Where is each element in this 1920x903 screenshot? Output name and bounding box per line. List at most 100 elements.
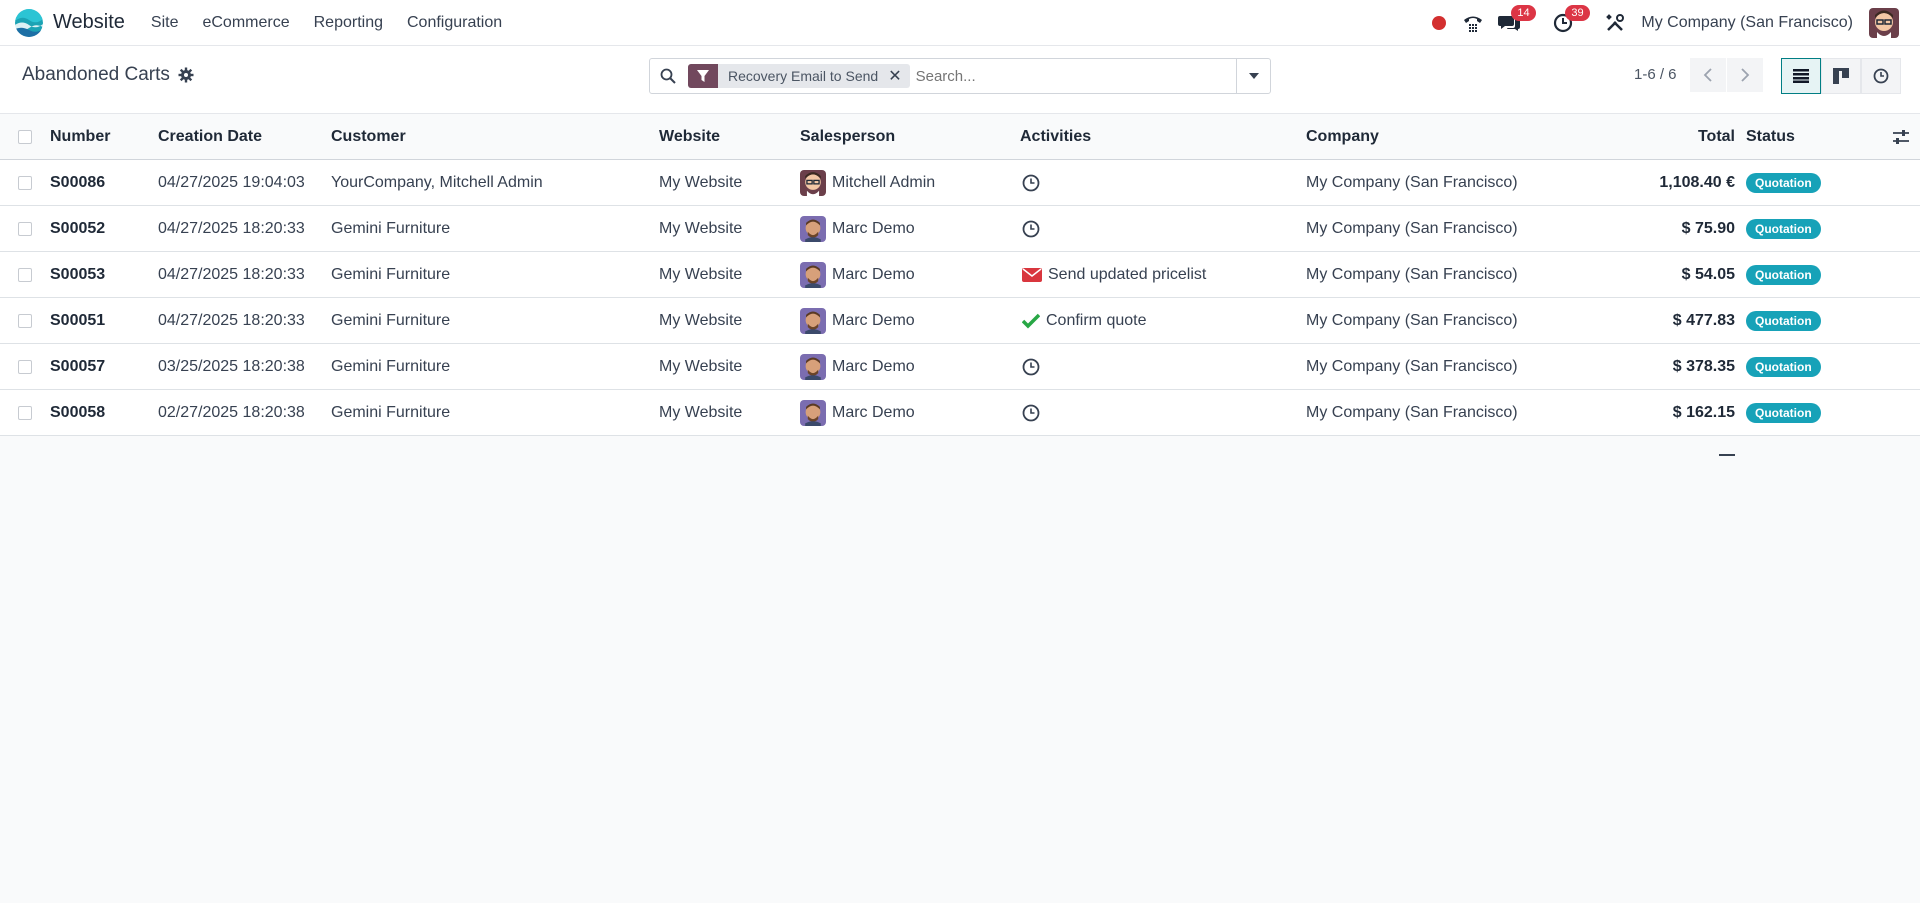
column-total[interactable]: Total [1660,114,1735,160]
search-input[interactable] [915,67,1216,85]
facet-label: Recovery Email to Send [728,68,879,84]
creation-date: 03/25/2025 18:20:38 [158,358,305,375]
user-avatar[interactable] [1869,8,1899,38]
salesperson-avatar[interactable] [800,400,826,426]
column-company[interactable]: Company [1306,114,1379,160]
row-checkbox[interactable] [18,252,32,298]
recording-indicator-icon[interactable] [1427,11,1451,35]
company-name: My Company (San Francisco) [1306,404,1518,421]
row-checkbox[interactable] [18,390,32,436]
column-activities[interactable]: Activities [1020,114,1091,160]
kanban-view-icon[interactable] [1821,58,1861,94]
status-badge: Quotation [1746,403,1821,423]
company-name: My Company (San Francisco) [1306,220,1518,237]
menu-item-configuration[interactable]: Configuration [395,14,514,32]
order-total: 1,108.40 € [1659,174,1735,191]
activity-summary[interactable]: Confirm quote [1046,312,1147,330]
check-icon[interactable] [1022,313,1040,329]
scroll-indicator [1719,454,1735,456]
order-number: S00057 [50,358,106,375]
row-checkbox[interactable] [18,206,32,252]
table-row[interactable]: S00051 04/27/2025 18:20:33 Gemini Furnitur… [0,298,1920,344]
activity-summary[interactable]: Send updated pricelist [1048,266,1206,284]
row-checkbox[interactable] [18,298,32,344]
activity-cell[interactable]: Send updated pricelist [1022,252,1206,298]
clock-icon[interactable] [1022,358,1040,376]
odoo-website-logo-icon [15,8,43,37]
column-number[interactable]: Number [50,114,110,160]
column-customer[interactable]: Customer [331,114,406,160]
column-salesperson[interactable]: Salesperson [800,114,895,160]
phone-icon[interactable] [1461,11,1485,35]
pager-next-icon[interactable] [1727,58,1763,92]
menu-item-site[interactable]: Site [139,14,191,32]
envelope-icon[interactable] [1022,267,1042,283]
table-row[interactable]: S00058 02/27/2025 18:20:38 Gemini Furnitur… [0,390,1920,436]
salesperson-avatar[interactable] [800,216,826,242]
messages-icon[interactable]: 14 [1497,5,1536,35]
menu-item-ecommerce[interactable]: eCommerce [190,14,301,32]
website-name: My Website [659,312,743,329]
row-checkbox[interactable] [18,160,32,206]
activity-cell[interactable]: Confirm quote [1022,298,1147,344]
salesperson-name: Mitchell Admin [832,174,936,191]
page-title: Abandoned Carts [22,64,170,85]
filter-icon [688,64,718,88]
activity-cell[interactable] [1022,390,1040,436]
salesperson-avatar[interactable] [800,170,826,196]
debug-tools-icon[interactable] [1603,11,1627,35]
order-total: $ 54.05 [1681,266,1735,283]
table-row[interactable]: S00053 04/27/2025 18:20:33 Gemini Furnitur… [0,252,1920,298]
creation-date: 04/27/2025 19:04:03 [158,174,305,191]
status-badge: Quotation [1746,173,1821,193]
table-body: S00086 04/27/2025 19:04:03 YourCompany, Mi… [0,160,1920,436]
clock-icon[interactable] [1022,404,1040,422]
facet-remove-icon[interactable]: ✕ [888,66,909,86]
table-row[interactable]: S00086 04/27/2025 19:04:03 YourCompany, Mi… [0,160,1920,206]
status-badge-cell: Quotation [1746,298,1821,344]
pager-value[interactable]: 1-6 / 6 [1634,66,1677,83]
search-icon[interactable] [650,68,686,84]
company-switcher[interactable]: My Company (San Francisco) [1641,14,1853,32]
salesperson: Marc Demo [800,344,915,390]
creation-date: 04/27/2025 18:20:33 [158,266,305,283]
menu-item-reporting[interactable]: Reporting [302,14,395,32]
clock-icon[interactable] [1022,220,1040,238]
table-row[interactable]: S00052 04/27/2025 18:20:33 Gemini Furnitur… [0,206,1920,252]
salesperson: Marc Demo [800,390,915,436]
column-website[interactable]: Website [659,114,720,160]
column-status[interactable]: Status [1746,114,1795,160]
status-badge-cell: Quotation [1746,252,1821,298]
order-total: $ 477.83 [1672,312,1735,329]
salesperson-avatar[interactable] [800,308,826,334]
order-total: $ 378.35 [1672,358,1735,375]
activities-clock-icon[interactable]: 39 [1551,5,1590,35]
creation-date: 04/27/2025 18:20:33 [158,220,305,237]
pager-previous-icon[interactable] [1690,58,1726,92]
table-row[interactable]: S00057 03/25/2025 18:20:38 Gemini Furnitur… [0,344,1920,390]
status-badge: Quotation [1746,219,1821,239]
clock-icon[interactable] [1022,174,1040,192]
salesperson-avatar[interactable] [800,354,826,380]
order-number: S00053 [50,266,106,283]
activity-cell[interactable] [1022,344,1040,390]
website-name: My Website [659,266,743,283]
search-options-toggle[interactable] [1236,59,1270,93]
column-creation-date[interactable]: Creation Date [158,114,262,160]
customer-name: YourCompany, Mitchell Admin [331,174,543,191]
order-total: $ 75.90 [1681,220,1735,237]
order-number: S00051 [50,312,106,329]
activity-cell[interactable] [1022,206,1040,252]
select-all-checkbox[interactable] [18,114,32,160]
row-checkbox[interactable] [18,344,32,390]
optional-columns-icon[interactable] [1892,114,1910,160]
customer-name: Gemini Furniture [331,312,451,329]
gear-icon[interactable] [178,67,194,83]
app-brand[interactable]: Website [15,8,125,37]
activity-cell[interactable] [1022,160,1040,206]
list-view-icon[interactable] [1781,58,1821,94]
activity-view-icon[interactable] [1861,58,1901,94]
salesperson-avatar[interactable] [800,262,826,288]
salesperson-name: Marc Demo [832,358,915,375]
status-badge: Quotation [1746,311,1821,331]
